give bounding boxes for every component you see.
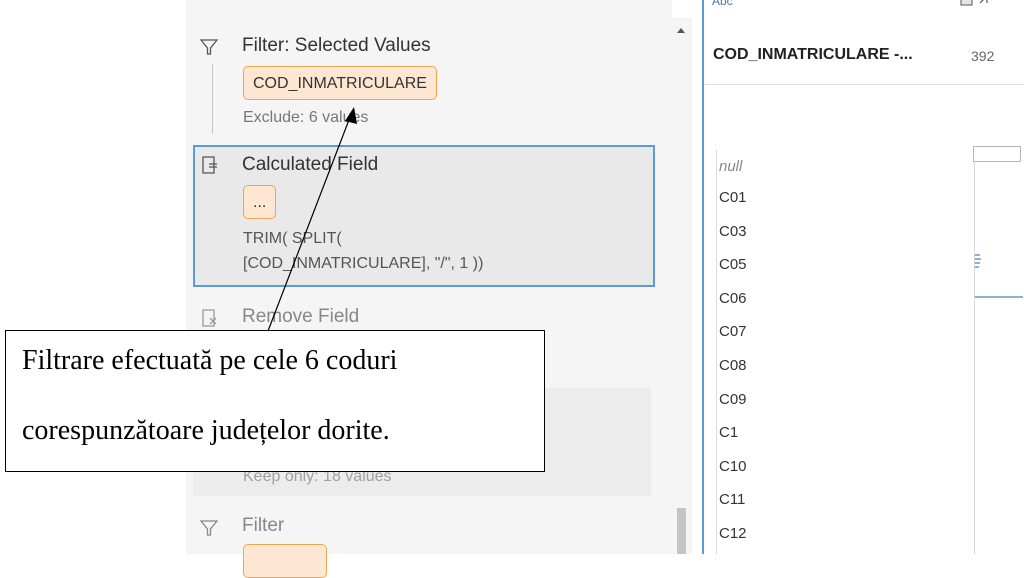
calculation-formula-line-1: TRIM( SPLIT(	[243, 230, 342, 247]
value-row[interactable]: C1	[719, 424, 738, 441]
step-connector	[212, 64, 213, 134]
value-row[interactable]: C07	[719, 323, 747, 340]
filter-icon	[200, 520, 218, 536]
histogram-bar	[975, 262, 980, 264]
step-title-remove-field[interactable]: Remove Field	[242, 306, 359, 328]
value-row[interactable]: C08	[719, 357, 747, 374]
field-header-icons[interactable]	[960, 0, 994, 11]
field-pill-cod-inmatriculare[interactable]: COD_INMATRICULARE	[243, 66, 437, 100]
value-row[interactable]: C11	[719, 491, 745, 508]
histogram-bar	[975, 258, 981, 260]
field-name-header[interactable]: COD_INMATRICULARE -...	[713, 46, 913, 64]
remove-field-icon	[202, 309, 217, 327]
calculated-field-name-pill[interactable]: ...	[243, 185, 277, 219]
panel-gap	[692, 0, 702, 554]
field-value-count: 392	[971, 48, 995, 64]
histogram-bar	[975, 266, 979, 268]
histogram-bar	[975, 254, 980, 256]
calculation-formula-line-2: [COD_INMATRICULARE], "/", 1 ))	[243, 255, 484, 272]
filter-icon	[200, 39, 218, 55]
histogram-null-bar	[973, 146, 1021, 162]
filter-field-pill[interactable]	[243, 544, 327, 578]
annotation-callout: Filtrare efectuată pe cele 6 coduri core…	[5, 330, 545, 472]
value-row[interactable]: C03	[719, 223, 747, 240]
value-row[interactable]: C12	[719, 525, 747, 542]
annotation-line-1: Filtrare efectuată pe cele 6 coduri	[22, 345, 398, 376]
edit-icon[interactable]	[960, 0, 994, 8]
value-row[interactable]: C01	[719, 189, 747, 206]
step-subtitle-exclude: Exclude: 6 values	[243, 109, 369, 126]
annotation-line-2: corespunzătoare județelor dorite.	[22, 415, 390, 446]
value-row[interactable]: C10	[719, 458, 747, 475]
scrollbar-thumb[interactable]	[677, 508, 686, 554]
value-row[interactable]: C05	[719, 256, 747, 273]
value-row[interactable]: C09	[719, 391, 747, 408]
values-column-border	[716, 150, 717, 554]
value-row-null[interactable]: null	[719, 158, 742, 175]
header-separator	[704, 84, 1024, 85]
histogram-baseline	[975, 296, 1023, 298]
scroll-up-arrow-icon[interactable]	[677, 28, 685, 33]
step-title-filter-selected-values[interactable]: Filter: Selected Values	[242, 35, 431, 57]
calculated-field-icon	[202, 156, 217, 174]
step-title-filter[interactable]: Filter	[242, 515, 284, 537]
steps-scrollbar[interactable]	[672, 18, 692, 554]
step-title-calculated-field[interactable]: Calculated Field	[242, 154, 378, 176]
histogram-axis	[974, 150, 975, 554]
field-type-label: Abc	[712, 0, 733, 8]
value-row[interactable]: C06	[719, 290, 747, 307]
